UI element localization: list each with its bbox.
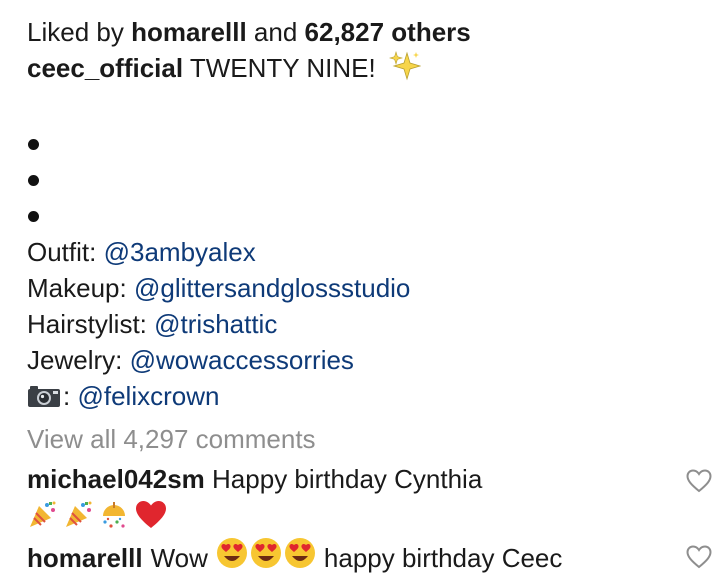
credit-label: Jewelry: [27, 345, 123, 375]
comment-item: homarelll Wow happy birthday Ceec [27, 537, 712, 578]
red-heart-icon [135, 500, 167, 535]
comment-item: michael042sm Happy birthday Cynthia [27, 461, 712, 537]
party-popper-icon [27, 500, 57, 535]
credit-handle-link[interactable]: @3ambyalex [104, 237, 256, 267]
credit-label: Hairstylist: [27, 309, 147, 339]
credit-handle-link[interactable]: @trishattic [154, 309, 277, 339]
credit-handle-link[interactable]: @felixcrown [77, 381, 219, 411]
credit-jewelry: Jewelry: @wowaccessorries [27, 342, 717, 378]
likes-line: Liked by homarelll and 62,827 others [27, 14, 717, 50]
sparkles-icon [388, 50, 422, 90]
heart-eyes-face-icon [284, 537, 316, 578]
credit-photographer: : @felixcrown [27, 378, 717, 417]
bullet-row-1 [27, 126, 717, 162]
caption-text: TWENTY NINE! [189, 53, 376, 83]
heart-eyes-face-icon [216, 537, 248, 578]
comment-emoji-line [27, 497, 712, 537]
party-popper-icon [63, 500, 93, 535]
like-comment-heart-icon[interactable] [686, 469, 712, 493]
likes-conjunction: and [253, 17, 298, 47]
likes-count-link[interactable]: 62,827 others [305, 17, 471, 47]
confetti-ball-icon [99, 500, 129, 535]
view-all-comments-link[interactable]: View all 4,297 comments [27, 421, 717, 457]
credit-outfit: Outfit: @3ambyalex [27, 234, 717, 270]
comment-author-link[interactable]: michael042sm [27, 464, 205, 494]
credit-handle-link[interactable]: @wowaccessorries [130, 345, 354, 375]
bullet-row-2 [27, 162, 717, 198]
camera-icon [27, 381, 61, 417]
likes-prefix: Liked by [27, 17, 124, 47]
credit-label: : [63, 381, 71, 411]
post-caption-section: Liked by homarelll and 62,827 others cee… [27, 14, 717, 578]
credit-label: Makeup: [27, 273, 127, 303]
comment-text-after: happy birthday Ceec [323, 542, 563, 573]
comment-text-before: Wow [150, 542, 208, 573]
bullet-dot [28, 175, 39, 186]
heart-eyes-group [216, 537, 316, 578]
credit-makeup: Makeup: @glittersandglossstudio [27, 270, 717, 306]
liked-by-user-link[interactable]: homarelll [131, 17, 247, 47]
bullet-dot [28, 139, 39, 150]
caption-header: ceec_official TWENTY NINE! [27, 50, 717, 90]
like-comment-heart-icon[interactable] [686, 545, 712, 569]
credit-handle-link[interactable]: @glittersandglossstudio [134, 273, 410, 303]
bullet-dot [28, 211, 39, 222]
heart-eyes-face-icon [250, 537, 282, 578]
comment-text: Happy birthday Cynthia [212, 464, 483, 494]
credit-hairstylist: Hairstylist: @trishattic [27, 306, 717, 342]
credit-label: Outfit: [27, 237, 97, 267]
comment-author-link[interactable]: homarelll [27, 540, 143, 576]
caption-author-link[interactable]: ceec_official [27, 53, 183, 83]
bullet-row-3 [27, 198, 717, 234]
